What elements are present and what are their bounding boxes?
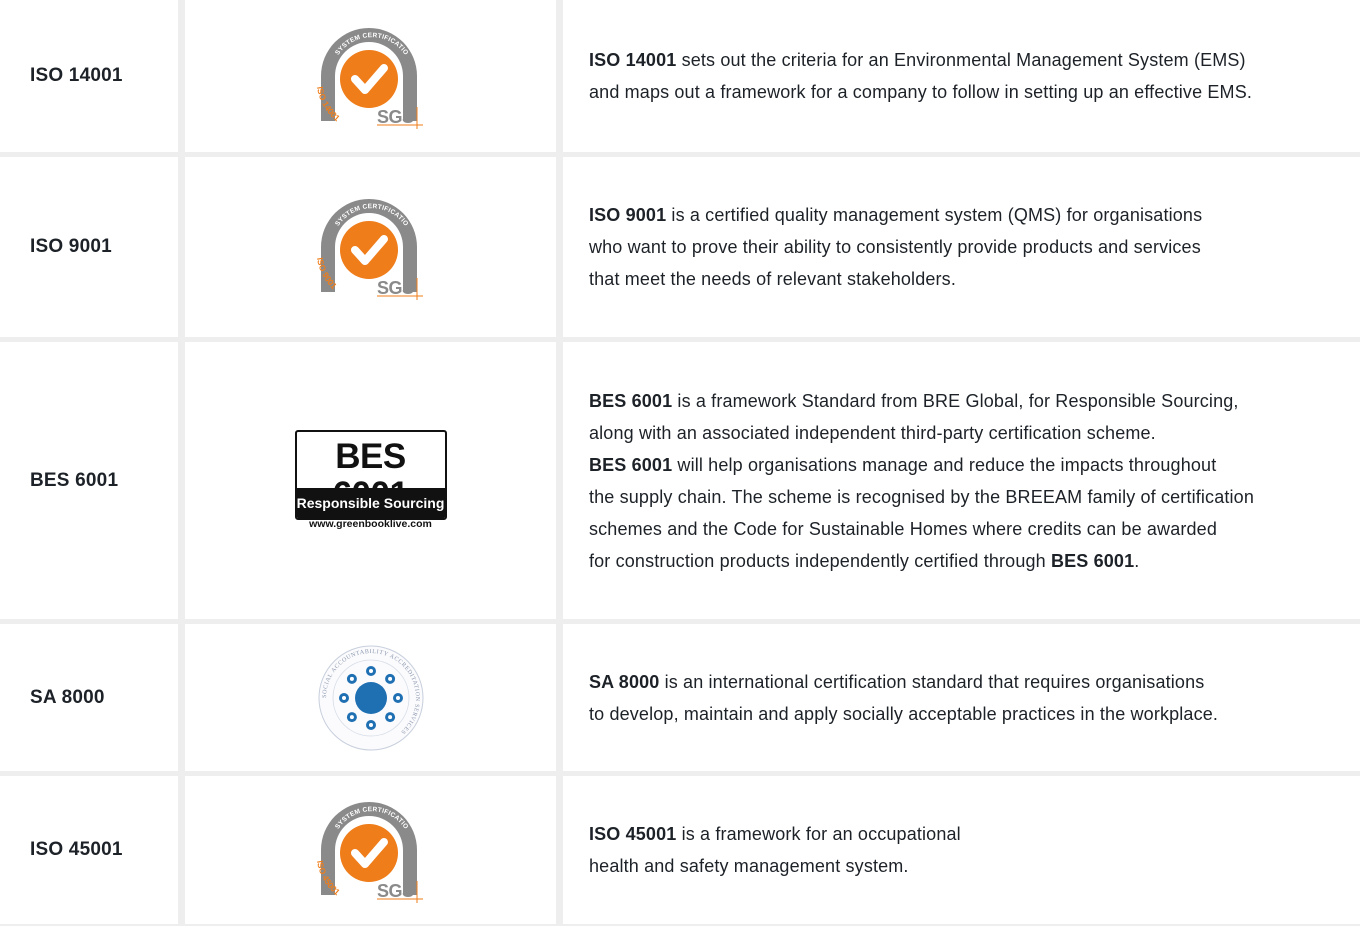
description-line: who want to prove their ability to consi… bbox=[589, 231, 1332, 263]
standard-name-emphasis: ISO 9001 bbox=[589, 205, 667, 225]
sgs-wordmark: SGS bbox=[377, 107, 414, 127]
description-line: ISO 45001 is a framework for an occupati… bbox=[589, 818, 1332, 850]
bes-logo-url: www.greenbooklive.com bbox=[309, 517, 432, 530]
cert-description-cell: ISO 45001 is a framework for an occupati… bbox=[563, 776, 1360, 924]
standard-name-emphasis: BES 6001 bbox=[1050, 550, 1135, 571]
description-text: the supply chain. The scheme is recognis… bbox=[589, 486, 1254, 507]
description-text: is a framework Standard from BRE Global,… bbox=[672, 390, 1239, 411]
seal-center-disk bbox=[354, 681, 387, 714]
cert-description: ISO 9001 is a certified quality manageme… bbox=[589, 199, 1332, 295]
description-line: to develop, maintain and apply socially … bbox=[589, 698, 1332, 730]
description-text: sets out the criteria for an Environment… bbox=[676, 50, 1246, 70]
description-text: health and safety management system. bbox=[589, 856, 909, 876]
description-text: schemes and the Code for Sustainable Hom… bbox=[589, 518, 1217, 539]
description-line: BES 6001 will help organisations manage … bbox=[589, 449, 1332, 481]
cert-logo-cell: BES 6001Responsible Sourcingwww.greenboo… bbox=[185, 342, 556, 619]
description-line: that meet the needs of relevant stakehol… bbox=[589, 263, 1332, 295]
bes-logo-box: BES 6001Responsible Sourcing bbox=[294, 429, 447, 520]
seal-figure-dot bbox=[387, 676, 392, 681]
seal-figure-dot bbox=[341, 695, 346, 700]
cert-logo-cell: SYSTEM CERTIFICATIONISO 14001SGS bbox=[185, 0, 556, 152]
description-line: the supply chain. The scheme is recognis… bbox=[589, 481, 1332, 513]
cert-name-cell: ISO 14001 bbox=[0, 0, 178, 152]
description-line: and maps out a framework for a company t… bbox=[589, 76, 1332, 108]
certification-row: ISO 9001 SYSTEM CERTIFICATIONISO 9001SGS I… bbox=[0, 157, 1360, 337]
description-text: that meet the needs of relevant stakehol… bbox=[589, 269, 956, 289]
sgs-wordmark: SGS bbox=[377, 278, 414, 298]
cert-description: SA 8000 is an international certificatio… bbox=[589, 666, 1332, 730]
seal-figure-dot bbox=[387, 714, 392, 719]
certification-row: ISO 14001 SYSTEM CERTIFICATIONISO 14001SG… bbox=[0, 0, 1360, 152]
cert-description-cell: ISO 9001 is a certified quality manageme… bbox=[563, 157, 1360, 337]
sa-accreditation-seal-icon: SOCIAL ACCOUNTABILITY ACCREDITATION SERV… bbox=[318, 645, 423, 750]
standard-name-emphasis: BES 6001 bbox=[589, 454, 673, 475]
description-text: is an international certification standa… bbox=[659, 671, 1205, 692]
standard-name-emphasis: BES 6001 bbox=[589, 390, 673, 411]
description-text: . bbox=[1134, 550, 1140, 571]
description-text: and maps out a framework for a company t… bbox=[589, 82, 1252, 102]
cert-name: BES 6001 bbox=[30, 469, 119, 491]
bes-6001-logo-icon: BES 6001Responsible Sourcingwww.greenboo… bbox=[294, 429, 447, 532]
cert-logo-cell: SOCIAL ACCOUNTABILITY ACCREDITATION SERV… bbox=[185, 624, 556, 771]
certification-row: SA 8000 SOCIAL ACCOUNTABILITY ACCREDITATI… bbox=[0, 624, 1360, 771]
description-line: BES 6001 is a framework Standard from BR… bbox=[589, 385, 1332, 417]
cert-name: SA 8000 bbox=[30, 686, 105, 708]
sgs-certification-logo-icon: SYSTEM CERTIFICATIONISO 14001SGS bbox=[311, 21, 423, 129]
seal-figure-dot bbox=[349, 676, 354, 681]
cert-name: ISO 14001 bbox=[30, 65, 123, 86]
cert-description-cell: ISO 14001 sets out the criteria for an E… bbox=[563, 0, 1360, 152]
cert-logo-cell: SYSTEM CERTIFICATIONISO 45001SGS bbox=[185, 776, 556, 924]
description-line: ISO 9001 is a certified quality manageme… bbox=[589, 199, 1332, 231]
description-line: along with an associated independent thi… bbox=[589, 417, 1332, 449]
cert-name-cell: SA 8000 bbox=[0, 624, 178, 771]
cert-description-cell: BES 6001 is a framework Standard from BR… bbox=[563, 342, 1360, 619]
cert-name-cell: BES 6001 bbox=[0, 342, 178, 619]
description-text: is a certified quality management system… bbox=[666, 205, 1203, 225]
certification-row: BES 6001BES 6001Responsible Sourcingwww.… bbox=[0, 342, 1360, 619]
description-text: who want to prove their ability to consi… bbox=[589, 237, 1201, 257]
cert-name-cell: ISO 9001 bbox=[0, 157, 178, 337]
seal-figure-dot bbox=[395, 695, 400, 700]
standard-name-emphasis: SA 8000 bbox=[589, 671, 660, 692]
sgs-certification-logo-icon: SYSTEM CERTIFICATIONISO 45001SGS bbox=[311, 795, 423, 903]
certification-row: ISO 45001 SYSTEM CERTIFICATIONISO 45001SG… bbox=[0, 776, 1360, 924]
cert-description: ISO 14001 sets out the criteria for an E… bbox=[589, 44, 1332, 108]
description-text: will help organisations manage and reduc… bbox=[672, 454, 1217, 475]
orange-disk bbox=[339, 50, 398, 108]
description-text: to develop, maintain and apply socially … bbox=[589, 703, 1219, 724]
cert-logo-cell: SYSTEM CERTIFICATIONISO 9001SGS bbox=[185, 157, 556, 337]
orange-disk bbox=[339, 221, 398, 279]
description-text: is a framework for an occupational bbox=[676, 824, 961, 844]
description-line: ISO 14001 sets out the criteria for an E… bbox=[589, 44, 1332, 76]
cert-description: BES 6001 is a framework Standard from BR… bbox=[589, 385, 1332, 577]
standard-name-emphasis: ISO 45001 bbox=[589, 824, 677, 844]
description-line: for construction products independently … bbox=[589, 545, 1332, 577]
seal-figure-dot bbox=[349, 714, 354, 719]
cert-name-cell: ISO 45001 bbox=[0, 776, 178, 924]
cert-description-cell: SA 8000 is an international certificatio… bbox=[563, 624, 1360, 771]
certifications-table: ISO 14001 SYSTEM CERTIFICATIONISO 14001SG… bbox=[0, 0, 1360, 926]
standard-name-emphasis: ISO 14001 bbox=[589, 50, 677, 70]
description-line: health and safety management system. bbox=[589, 850, 1332, 882]
description-line: schemes and the Code for Sustainable Hom… bbox=[589, 513, 1332, 545]
seal-figure-dot bbox=[368, 722, 373, 727]
description-line: SA 8000 is an international certificatio… bbox=[589, 666, 1332, 698]
bes-logo-band: Responsible Sourcing bbox=[296, 487, 445, 518]
description-text: for construction products independently … bbox=[589, 550, 1051, 571]
cert-description: ISO 45001 is a framework for an occupati… bbox=[589, 818, 1332, 882]
sgs-certification-logo-icon: SYSTEM CERTIFICATIONISO 9001SGS bbox=[311, 192, 423, 300]
cert-name: ISO 45001 bbox=[30, 839, 123, 860]
description-text: along with an associated independent thi… bbox=[589, 422, 1156, 443]
cert-name: ISO 9001 bbox=[30, 236, 112, 257]
orange-disk bbox=[339, 824, 398, 882]
seal-figure-dot bbox=[368, 668, 373, 673]
sgs-wordmark: SGS bbox=[377, 881, 414, 901]
